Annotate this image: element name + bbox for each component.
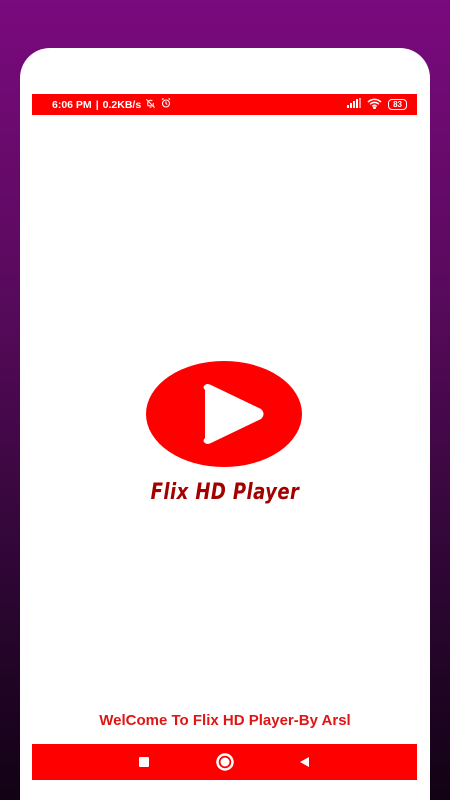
wifi-icon xyxy=(367,98,382,112)
bell-off-icon xyxy=(145,98,156,112)
back-triangle-icon[interactable] xyxy=(292,750,316,774)
battery-icon: 83 xyxy=(388,99,407,110)
battery-level: 83 xyxy=(393,100,402,109)
signal-icon xyxy=(347,98,362,111)
play-button-logo-icon xyxy=(145,360,303,468)
home-circle-icon[interactable] xyxy=(213,750,237,774)
status-time: 6:06 PM xyxy=(52,98,92,111)
status-separator: | xyxy=(95,98,99,111)
app-title: Flix HD Player xyxy=(150,480,300,505)
alarm-clock-icon xyxy=(160,97,172,112)
status-network-speed: 0.2KB/s xyxy=(102,98,142,111)
recents-square-icon[interactable] xyxy=(132,750,156,774)
status-left: 6:06 PM | 0.2KB/s xyxy=(52,97,172,112)
status-right: 83 xyxy=(347,98,407,112)
navigation-bar xyxy=(32,744,417,780)
status-bar: 6:06 PM | 0.2KB/s 83 xyxy=(32,94,417,115)
welcome-text: WelCome To Flix HD Player-By Arsl xyxy=(99,712,351,729)
phone-frame: 6:06 PM | 0.2KB/s 83 Flix HD Player WelC… xyxy=(20,48,430,800)
